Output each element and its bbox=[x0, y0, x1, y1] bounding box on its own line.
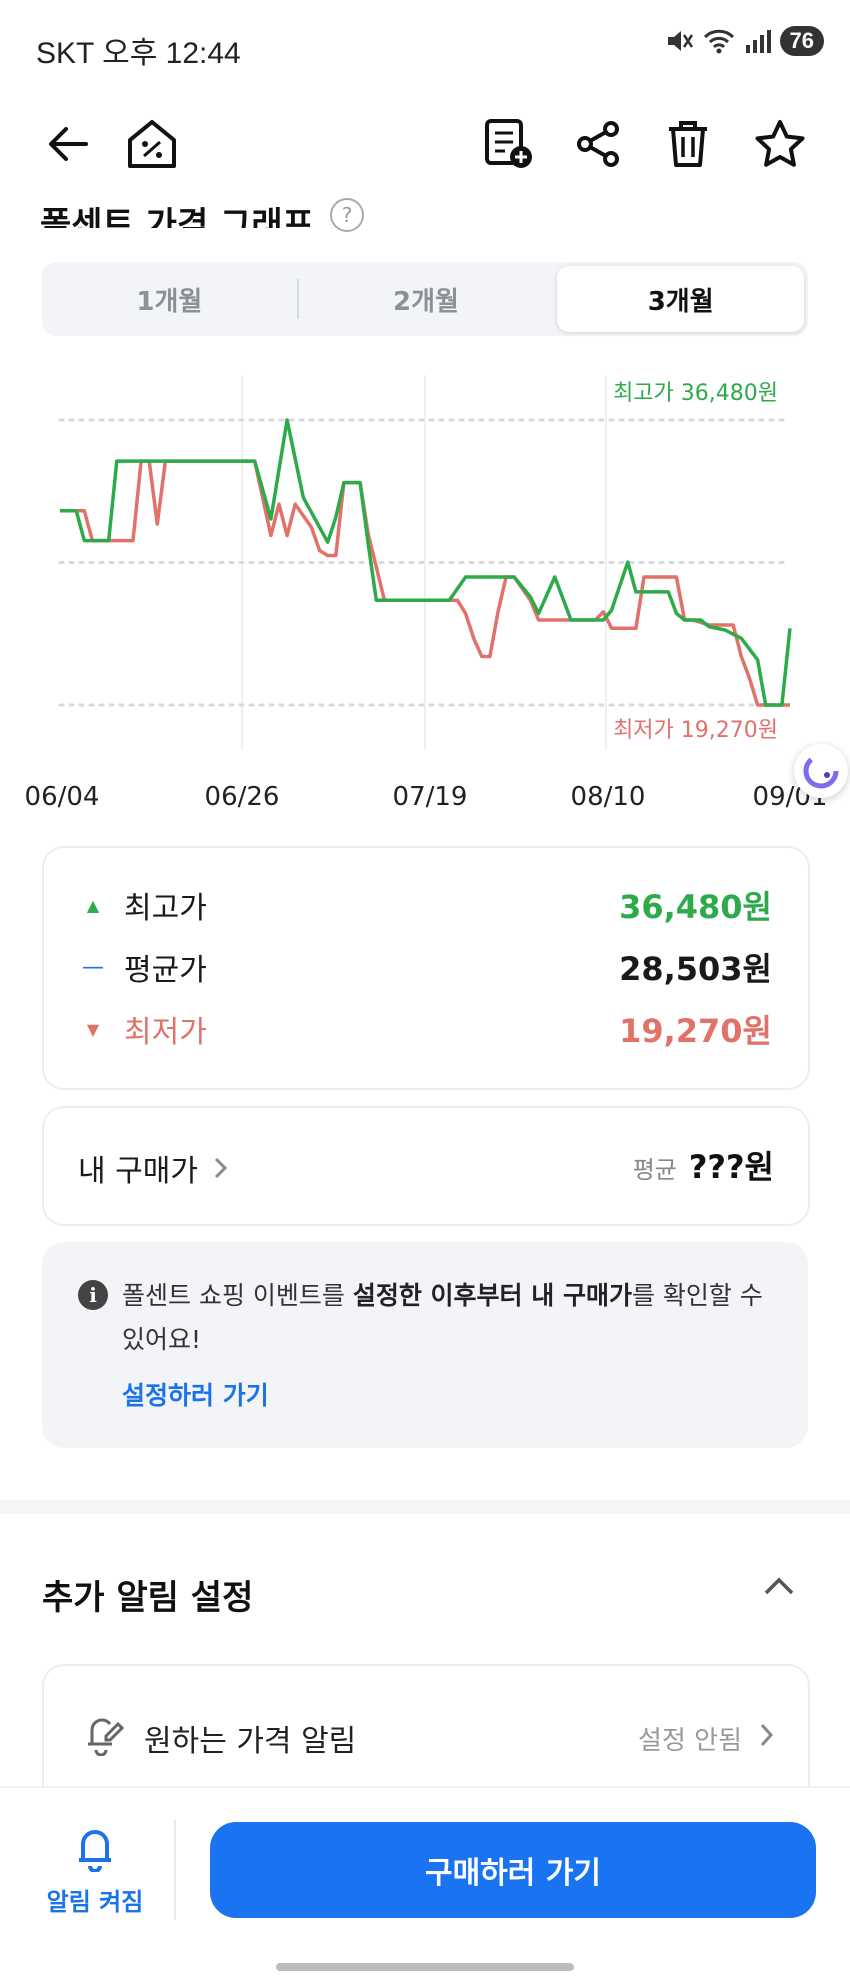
price-alarm-label: 원하는 가격 알림 bbox=[144, 1724, 357, 1759]
status-time: SKT 오후 12:44 bbox=[36, 37, 241, 70]
section-divider bbox=[0, 1500, 850, 1514]
buy-button[interactable]: 구매하러 가기 bbox=[210, 1822, 816, 1918]
help-icon[interactable]: ? bbox=[330, 198, 364, 232]
period-tabs: 1개월 2개월 3개월 bbox=[42, 262, 808, 336]
summary-avg-label: 평균가 bbox=[124, 953, 207, 988]
back-arrow-icon[interactable] bbox=[36, 112, 100, 176]
star-favorite-icon[interactable] bbox=[748, 112, 812, 176]
price-summary-card: ▲ 최고가 36,480원 — 평균가 28,503원 ▼ 최저가 19,270원 bbox=[42, 846, 810, 1090]
alarm-settings-title: 추가 알림 설정 bbox=[42, 1578, 254, 1618]
summary-max-row: ▲ 최고가 36,480원 bbox=[84, 882, 772, 928]
home-percent-icon[interactable] bbox=[120, 112, 184, 176]
home-indicator bbox=[276, 1963, 574, 1971]
alarm-toggle-button[interactable]: 알림 켜짐 bbox=[30, 1822, 160, 1922]
bell-icon bbox=[79, 1830, 111, 1872]
go-settings-link[interactable]: 설정하러 가기 bbox=[122, 1376, 269, 1412]
x-tick-label: 06/04 bbox=[24, 782, 100, 812]
chevron-right-icon bbox=[760, 1723, 774, 1747]
summary-min-label: 최저가 bbox=[124, 1015, 207, 1050]
my-purchase-price-row[interactable]: 내 구매가 평균 ???원 bbox=[42, 1106, 810, 1226]
price-alarm-status: 설정 안됨 bbox=[638, 1726, 742, 1756]
status-icons: 76 bbox=[664, 26, 824, 56]
summary-min-row: ▼ 최저가 19,270원 bbox=[84, 1006, 772, 1052]
price-chart: 최고가 36,480원최저가 19,270원 bbox=[58, 375, 792, 750]
signal-icon bbox=[745, 30, 771, 53]
purchase-info-box: i 폴센트 쇼핑 이벤트를 설정한 이후부터 내 구매가를 확인할 수 있어요!… bbox=[42, 1242, 808, 1448]
summary-min-value: 19,270원 bbox=[619, 1012, 772, 1050]
chevron-right-icon bbox=[214, 1157, 228, 1179]
tab-2-month[interactable]: 2개월 bbox=[303, 266, 550, 332]
purchase-avg-value: ???원 bbox=[688, 1148, 774, 1186]
floating-assistant-button[interactable] bbox=[794, 744, 848, 798]
summary-avg-value: 28,503원 bbox=[619, 950, 772, 988]
add-memo-icon[interactable] bbox=[476, 112, 540, 176]
chart-min-label: 최저가 19,270원 bbox=[613, 718, 778, 743]
bell-edit-icon bbox=[88, 1718, 124, 1756]
alarm-on-label: 알림 켜짐 bbox=[46, 1888, 144, 1916]
price-graph-title: 폴센트 가격 그래프 bbox=[40, 205, 314, 228]
info-icon: i bbox=[78, 1280, 108, 1310]
tab-divider bbox=[296, 279, 299, 319]
dash-icon: — bbox=[82, 954, 104, 980]
purchase-avg-prefix: 평균 bbox=[632, 1156, 677, 1184]
summary-avg-row: — 평균가 28,503원 bbox=[82, 944, 772, 990]
summary-max-label: 최고가 bbox=[124, 891, 207, 926]
triangle-down-icon: ▼ bbox=[86, 1019, 100, 1039]
bottom-divider bbox=[174, 1820, 176, 1920]
wifi-icon bbox=[703, 29, 734, 54]
x-tick-label: 07/19 bbox=[392, 782, 468, 812]
purchase-label: 내 구매가 bbox=[78, 1154, 198, 1189]
chevron-up-icon[interactable] bbox=[762, 1574, 796, 1602]
chart-max-label: 최고가 36,480원 bbox=[613, 381, 778, 406]
mute-icon bbox=[667, 31, 693, 51]
tab-3-month[interactable]: 3개월 bbox=[557, 266, 805, 332]
x-tick-label: 08/10 bbox=[570, 782, 646, 812]
summary-max-value: 36,480원 bbox=[619, 888, 772, 926]
tab-1-month[interactable]: 1개월 bbox=[46, 266, 293, 332]
triangle-up-icon: ▲ bbox=[86, 895, 100, 915]
share-icon[interactable] bbox=[566, 112, 630, 176]
trash-icon[interactable] bbox=[656, 112, 720, 176]
info-text: 폴센트 쇼핑 이벤트를 설정한 이후부터 내 구매가를 확인할 수 있어요! bbox=[122, 1281, 763, 1354]
x-tick-label: 06/26 bbox=[204, 782, 280, 812]
battery-indicator: 76 bbox=[779, 26, 824, 56]
